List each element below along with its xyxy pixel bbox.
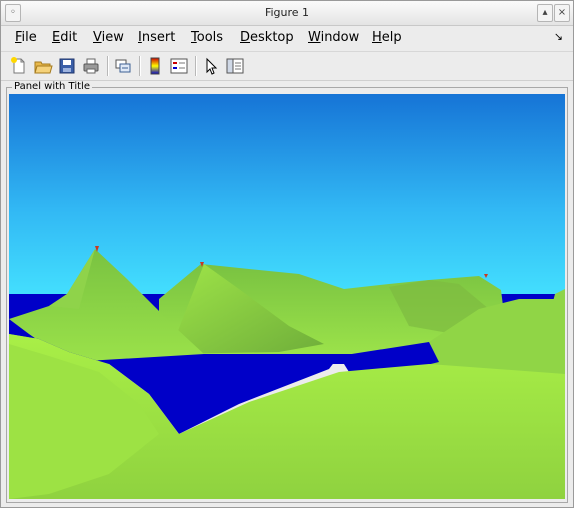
- menu-edit[interactable]: Edit: [52, 30, 77, 45]
- menu-view[interactable]: View: [93, 30, 124, 45]
- property-editor-icon[interactable]: [225, 56, 245, 76]
- dock-arrow-icon[interactable]: ↘: [554, 30, 563, 43]
- panel-title: Panel with Title: [12, 81, 92, 93]
- menu-bar: File Edit View Insert Tools Desktop Wind…: [1, 26, 573, 50]
- link-plot-icon[interactable]: [113, 56, 133, 76]
- toolbar-separator: [107, 56, 109, 76]
- menu-file[interactable]: File: [15, 30, 37, 45]
- menu-help[interactable]: Help: [372, 30, 402, 45]
- shade-button[interactable]: ▴: [537, 4, 553, 22]
- new-figure-icon[interactable]: [9, 56, 29, 76]
- menu-window[interactable]: Window: [308, 30, 359, 45]
- terrain-surface-plot: [9, 94, 565, 499]
- figure-toolbar: [1, 51, 573, 81]
- close-button[interactable]: ×: [554, 4, 570, 22]
- legend-icon[interactable]: [169, 56, 189, 76]
- menu-insert[interactable]: Insert: [138, 30, 175, 45]
- title-bar[interactable]: ◦ Figure 1 ▴ ×: [1, 1, 573, 26]
- window-title: Figure 1: [264, 6, 310, 19]
- menu-tools[interactable]: Tools: [191, 30, 223, 45]
- print-icon[interactable]: [81, 56, 101, 76]
- colorbar-icon[interactable]: [145, 56, 165, 76]
- open-file-icon[interactable]: [33, 56, 53, 76]
- menu-desktop[interactable]: Desktop: [240, 30, 294, 45]
- landscape-axes[interactable]: [9, 94, 565, 499]
- save-icon[interactable]: [57, 56, 77, 76]
- toolbar-separator: [139, 56, 141, 76]
- toolbar-separator: [195, 56, 197, 76]
- edit-plot-arrow-icon[interactable]: [201, 56, 221, 76]
